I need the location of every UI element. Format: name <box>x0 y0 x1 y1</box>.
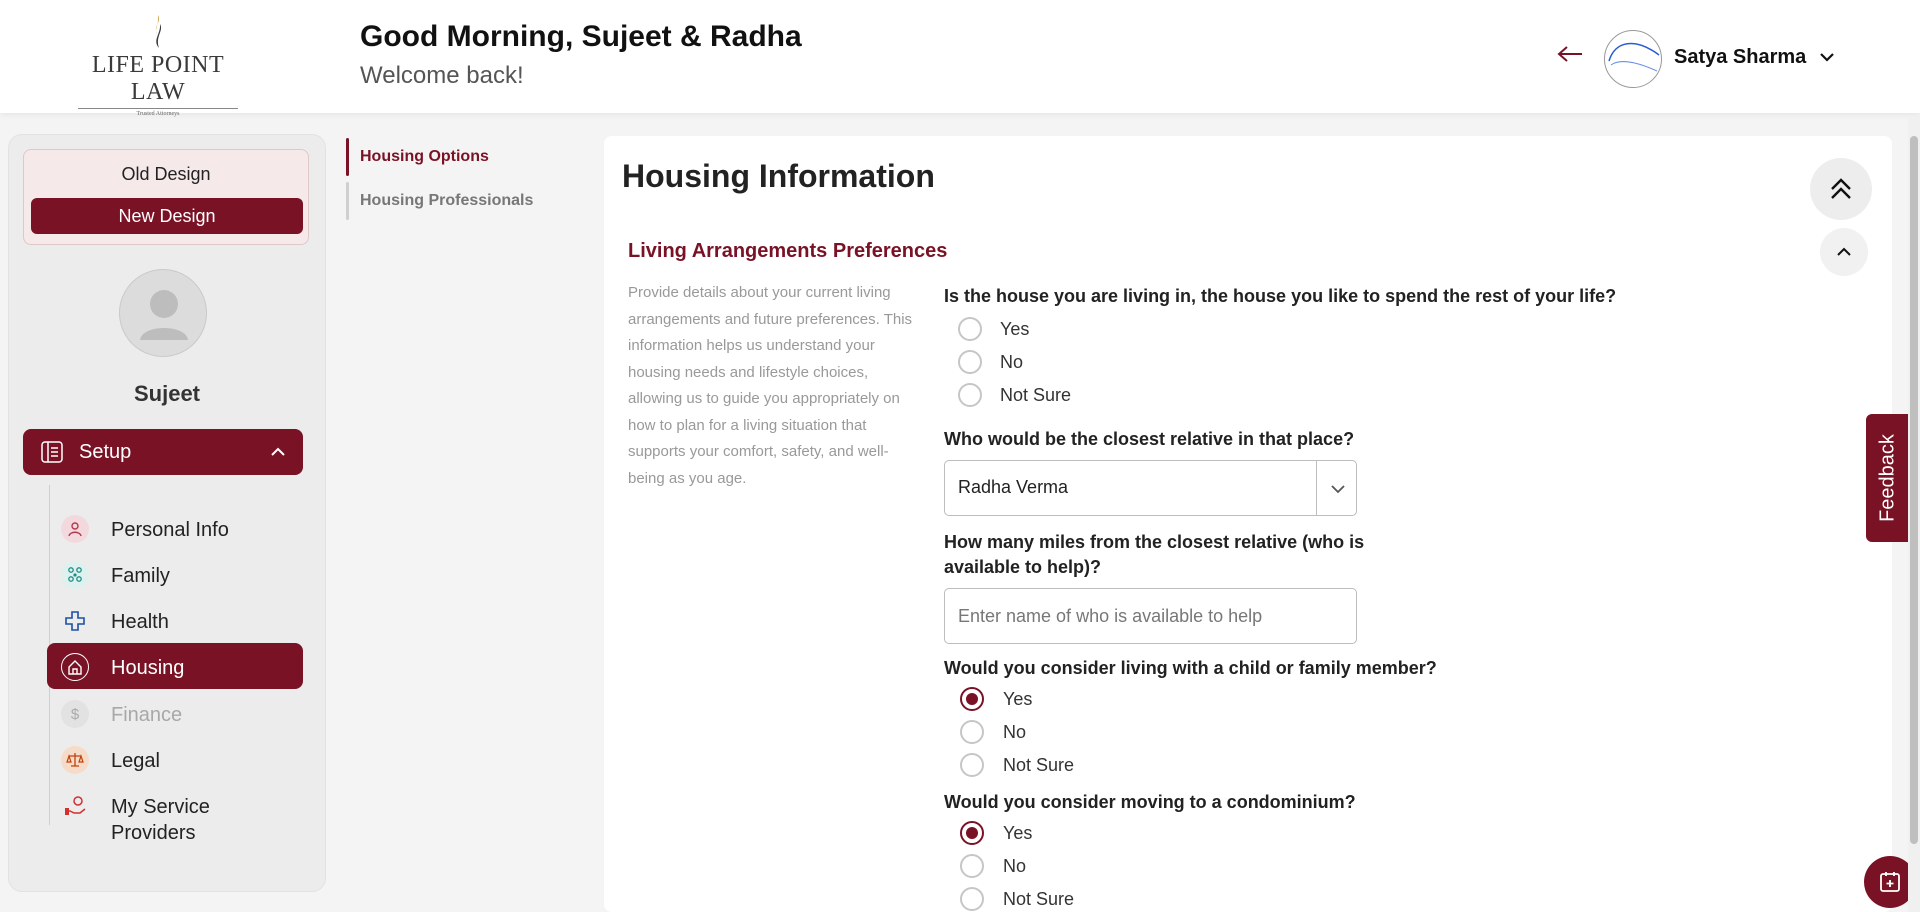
question-2: Who would be the closest relative in tha… <box>944 429 1355 449</box>
sidebar-item-label: Health <box>111 611 169 633</box>
radio-button[interactable] <box>960 854 984 878</box>
q5-option-no[interactable]: No <box>944 849 1664 882</box>
sidebar-item-my-service-providers[interactable]: My Service Providers <box>47 782 303 852</box>
q1-option-not-sure[interactable]: Not Sure <box>944 378 1664 411</box>
question-5: Would you consider moving to a condomini… <box>944 792 1356 812</box>
sidebar-item-legal[interactable]: Legal <box>47 736 303 782</box>
radio-button-selected[interactable] <box>960 821 984 845</box>
flame-logo-icon <box>155 15 162 48</box>
option-label: No <box>1000 352 1024 372</box>
profile-name: Sujeet <box>133 381 201 406</box>
section-description: Provide details about your current livin… <box>628 284 913 487</box>
housing-card: Housing Information Living Arrangements … <box>604 136 1892 912</box>
feedback-tab[interactable]: Feedback <box>1866 414 1910 542</box>
sidebar-item-health[interactable]: Health <box>47 597 303 643</box>
radio-button[interactable] <box>960 720 984 744</box>
brand-tagline: Trusted Attorneys <box>136 111 180 117</box>
housing-subnav: Housing Options Housing Professionals <box>346 138 586 226</box>
relative-miles-input[interactable] <box>944 588 1357 644</box>
radio-button[interactable] <box>960 753 984 777</box>
person-icon <box>61 515 89 543</box>
select-divider <box>1316 461 1317 515</box>
design-toggle: Old Design New Design <box>23 149 309 245</box>
user-avatar[interactable] <box>1604 30 1662 88</box>
brand-logo[interactable]: LIFE POINT LAW Trusted Attorneys <box>70 14 246 117</box>
radio-button[interactable] <box>958 317 982 341</box>
question-3-line-2: available to help)? <box>944 557 1102 577</box>
chevron-up-icon <box>271 447 285 456</box>
sidebar-item-family[interactable]: Family <box>47 551 303 597</box>
checklist-icon <box>41 441 63 463</box>
section-title: Living Arrangements Preferences <box>628 240 948 262</box>
calendar-plus-icon <box>1880 872 1900 892</box>
option-label: Not Sure <box>1003 889 1075 909</box>
living-preferences-form: Is the house you are living in, the hous… <box>944 284 1664 912</box>
q1-option-no[interactable]: No <box>944 345 1664 378</box>
greeting-title: Good Morning, Sujeet & Radha <box>360 20 802 53</box>
subnav-housing-professionals[interactable]: Housing Professionals <box>346 182 586 220</box>
closest-relative-select[interactable]: Radha Verma <box>944 460 1357 516</box>
back-arrow-icon[interactable] <box>1556 44 1584 64</box>
dollar-icon: $ <box>61 700 89 728</box>
page-scrollbar-thumb[interactable] <box>1910 136 1918 844</box>
option-label: Yes <box>1003 823 1033 843</box>
sidebar-item-label: Finance <box>111 704 183 726</box>
q4-option-yes[interactable]: Yes <box>944 682 1664 715</box>
setup-menu-toggle[interactable]: Setup <box>23 429 303 475</box>
radio-button[interactable] <box>958 350 982 374</box>
brand-name: LIFE POINT LAW <box>91 52 225 105</box>
double-chevron-up-icon <box>1831 178 1851 199</box>
option-label: Yes <box>1003 689 1033 709</box>
profile-avatar <box>119 269 207 357</box>
logo-divider <box>78 108 238 109</box>
house-icon <box>61 653 89 681</box>
new-design-button[interactable]: New Design <box>31 198 303 234</box>
sidebar-item-label: Legal <box>111 750 160 772</box>
sidebar-item-personal-info[interactable]: Personal Info <box>47 505 303 551</box>
q4-option-not-sure[interactable]: Not Sure <box>944 748 1664 781</box>
scales-icon <box>61 746 89 774</box>
old-design-button[interactable]: Old Design <box>24 164 308 185</box>
q4-option-no[interactable]: No <box>944 715 1664 748</box>
radio-button[interactable] <box>960 887 984 911</box>
chevron-down-icon <box>1331 485 1345 494</box>
chevron-down-icon[interactable] <box>1818 48 1836 66</box>
option-label: Not Sure <box>1003 755 1075 775</box>
health-cross-icon <box>61 607 89 635</box>
page-title: Housing Information <box>622 158 935 194</box>
option-label: No <box>1003 856 1027 876</box>
q5-option-not-sure[interactable]: Not Sure <box>944 882 1664 912</box>
sidebar-item-label: Housing <box>111 657 185 679</box>
question-3-line-1: How many miles from the closest relative… <box>944 532 1365 552</box>
radio-button-selected[interactable] <box>960 687 984 711</box>
option-label: Yes <box>1000 319 1030 339</box>
sidebar-item-finance: $ Finance <box>47 690 303 736</box>
service-hand-icon <box>61 792 89 820</box>
scroll-to-top-button[interactable] <box>1810 158 1872 220</box>
q1-option-yes[interactable]: Yes <box>944 312 1664 345</box>
app-header: LIFE POINT LAW Trusted Attorneys Good Mo… <box>0 0 1920 117</box>
user-name[interactable]: Satya Sharma <box>1674 46 1806 69</box>
question-3: How many miles from the closest relative… <box>944 530 1664 580</box>
radio-button[interactable] <box>958 383 982 407</box>
subnav-housing-options[interactable]: Housing Options <box>346 138 586 176</box>
welcome-subtitle: Welcome back! <box>360 62 524 89</box>
family-icon <box>61 561 89 589</box>
sidebar-item-label: Family <box>111 565 170 587</box>
question-1: Is the house you are living in, the hous… <box>944 286 1617 306</box>
select-value: Radha Verma <box>958 477 1069 497</box>
sidebar-item-housing[interactable]: Housing <box>47 643 303 689</box>
sidebar: Old Design New Design Sujeet Setup Perso… <box>8 134 326 892</box>
collapse-section-button[interactable] <box>1820 228 1868 276</box>
feedback-label: Feedback <box>1876 434 1899 522</box>
chevron-up-icon <box>1837 247 1851 256</box>
q5-option-yes[interactable]: Yes <box>944 816 1664 849</box>
option-label: No <box>1003 722 1027 742</box>
sidebar-item-label: Personal Info <box>111 519 229 541</box>
sidebar-item-label: My Service Providers <box>111 796 210 844</box>
option-label: Not Sure <box>1000 385 1072 405</box>
setup-label: Setup <box>79 441 132 463</box>
question-4: Would you consider living with a child o… <box>944 658 1437 678</box>
